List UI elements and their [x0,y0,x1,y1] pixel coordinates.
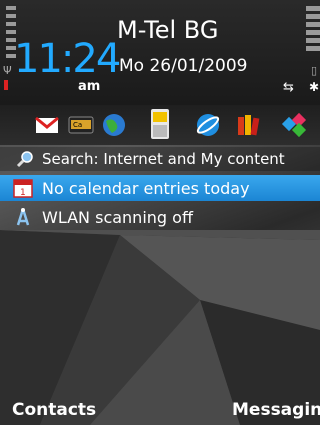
contacts-card-icon[interactable] [147,107,175,141]
clock[interactable]: 11:24 [14,36,121,82]
wlan-label: WLAN scanning off [42,208,193,227]
calculator-icon[interactable]: Ca [67,111,95,139]
puzzle-icon[interactable] [280,111,308,139]
books-icon[interactable] [234,111,262,139]
date-label: Mo 26/01/2009 [119,56,248,76]
home-screen: Ψ M-Tel BG 11:24 am Mo 26/01/2009 ▯ ⇆ ✱ … [0,0,320,425]
messaging-softkey[interactable]: Messaging [232,400,320,420]
wlan-icon [16,208,30,226]
gmail-icon[interactable] [33,111,61,139]
battery-icon: ▯ [311,64,318,77]
calendar-item[interactable]: 1 No calendar entries today [0,175,320,201]
usb-icon: ⇆ [283,80,294,95]
search-label: Search: Internet and My content [42,150,285,168]
battery-indicator [306,6,320,64]
clock-ampm: am [78,79,101,94]
alert-indicator [4,80,8,90]
svg-text:1: 1 [20,188,26,198]
status-bar: Ψ M-Tel BG 11:24 am Mo 26/01/2009 ▯ ⇆ ✱ [0,0,320,105]
search-icon [16,151,33,168]
wlan-item[interactable]: WLAN scanning off [0,204,320,230]
contacts-softkey[interactable]: Contacts [12,400,96,420]
calendar-icon: 1 [13,179,33,198]
calendar-label: No calendar entries today [42,179,250,198]
operator-name: M-Tel BG [117,16,219,44]
bluetooth-icon: ✱ [309,80,320,94]
browser-icon[interactable] [194,111,222,139]
shortcut-bar: Ca [0,105,320,145]
antenna-icon: Ψ [3,64,12,77]
svg-text:Ca: Ca [73,121,82,129]
search-row[interactable]: Search: Internet and My content [0,147,320,171]
globe-icon[interactable] [100,111,128,139]
